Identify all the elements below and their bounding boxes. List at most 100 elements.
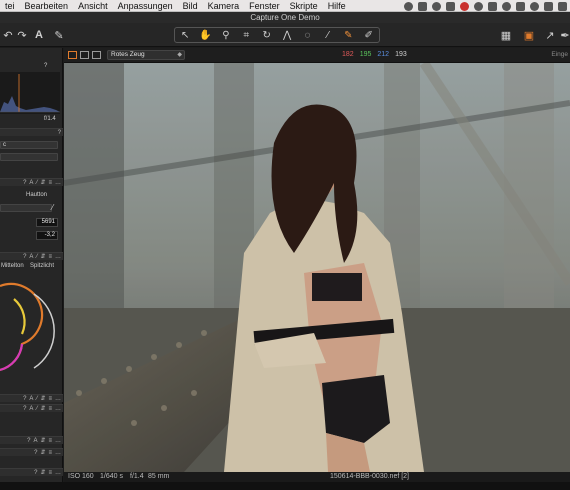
- draw-mask-icon[interactable]: ✎: [338, 30, 358, 41]
- picker-icon[interactable]: ⁄: [36, 406, 37, 412]
- battery-icon[interactable]: [558, 1, 567, 11]
- clock-icon[interactable]: [502, 1, 511, 11]
- pan-icon[interactable]: ✋: [196, 30, 216, 41]
- variants-icon[interactable]: ▣: [521, 27, 537, 43]
- help-icon[interactable]: ?: [34, 470, 37, 476]
- menu-file[interactable]: tei: [0, 0, 20, 12]
- menu-window[interactable]: Fenster: [244, 0, 285, 12]
- help-icon[interactable]: ?: [58, 130, 61, 136]
- help-icon[interactable]: ?: [23, 180, 26, 186]
- drive-icon[interactable]: [432, 1, 441, 11]
- text-tool-icon[interactable]: A: [33, 27, 45, 43]
- menu-help[interactable]: Hilfe: [323, 0, 351, 12]
- more-icon[interactable]: …: [55, 470, 61, 476]
- more-icon[interactable]: …: [55, 450, 61, 456]
- menu-image[interactable]: Bild: [178, 0, 203, 12]
- grid-toggle-icon[interactable]: [68, 51, 77, 59]
- color-wheel[interactable]: [0, 274, 63, 384]
- histogram-aperture: f/1.4: [44, 116, 56, 122]
- curve-select[interactable]: [0, 153, 58, 161]
- tab-midtone[interactable]: Mittelton: [1, 263, 24, 269]
- settings-icon[interactable]: ✒: [560, 27, 570, 43]
- copy-icon[interactable]: ⇵: [40, 395, 45, 402]
- badge-icon[interactable]: [488, 1, 497, 11]
- menu-scripts[interactable]: Skripte: [285, 0, 323, 12]
- menu-icon[interactable]: ≡: [48, 406, 52, 412]
- wifi-icon[interactable]: [530, 1, 539, 11]
- brush-icon[interactable]: ✎: [52, 27, 66, 43]
- more-icon[interactable]: …: [55, 406, 61, 412]
- copy-icon[interactable]: ⇵: [40, 437, 45, 444]
- menu-edit[interactable]: Bearbeiten: [20, 0, 74, 12]
- menu-view[interactable]: Ansicht: [73, 0, 113, 12]
- wb-mode-select[interactable]: [0, 204, 52, 212]
- auto-icon[interactable]: A: [33, 438, 37, 444]
- copy-icon[interactable]: ⇵: [40, 469, 45, 476]
- menu-icon[interactable]: ≡: [48, 180, 52, 186]
- more-icon[interactable]: …: [55, 438, 61, 444]
- help-icon[interactable]: ?: [27, 438, 30, 444]
- pointer-icon[interactable]: ↖: [175, 30, 195, 41]
- menu-icon[interactable]: ≡: [48, 438, 52, 444]
- annotate-icon[interactable]: ✐: [359, 30, 379, 41]
- compare-view-icon[interactable]: [92, 51, 101, 59]
- tab-highlight[interactable]: Spitzlicht: [30, 263, 54, 269]
- menu-icon[interactable]: ≡: [48, 254, 52, 260]
- style-select[interactable]: Rotes Zeug ◆: [107, 50, 185, 60]
- histogram-chart: [0, 74, 60, 113]
- airplay-icon[interactable]: [544, 1, 553, 11]
- dropbox-icon[interactable]: [418, 1, 427, 11]
- export-icon[interactable]: ↗: [543, 27, 557, 43]
- profile-select[interactable]: c: [0, 141, 58, 149]
- help-icon[interactable]: ?: [23, 406, 26, 412]
- photo-viewer[interactable]: [64, 63, 570, 472]
- rgb-luminance: 193: [395, 51, 407, 58]
- auto-icon[interactable]: A: [29, 254, 33, 260]
- spot-removal-icon[interactable]: ◌: [298, 30, 318, 41]
- more-icon[interactable]: …: [55, 254, 61, 260]
- keystone-icon[interactable]: ⋀: [277, 30, 297, 41]
- chrome-icon[interactable]: [460, 1, 469, 11]
- auto-icon[interactable]: A: [29, 180, 33, 186]
- help-icon[interactable]: ?: [23, 254, 26, 260]
- menu-adjustments[interactable]: Anpassungen: [113, 0, 178, 12]
- kelvin-field[interactable]: 5691: [36, 218, 58, 227]
- copy-icon[interactable]: ⇵: [40, 253, 45, 260]
- wb-picker-icon[interactable]: ⁄: [52, 203, 53, 212]
- single-view-icon[interactable]: [80, 51, 89, 59]
- status-shutter: 1/640 s: [100, 473, 123, 480]
- menu-icon[interactable]: ≡: [48, 470, 52, 476]
- gear-icon[interactable]: [446, 1, 455, 11]
- bluetooth-icon[interactable]: [516, 1, 525, 11]
- panel-header-color-balance: ? A ⁄ ⇵ ≡ …: [0, 252, 63, 260]
- menu-icon[interactable]: ≡: [48, 450, 52, 456]
- more-icon[interactable]: …: [55, 180, 61, 186]
- crop-icon[interactable]: ⌗: [236, 30, 256, 41]
- picker-icon[interactable]: ⁄: [318, 30, 338, 41]
- picker-icon[interactable]: ⁄: [36, 180, 37, 186]
- histogram-help[interactable]: ?: [44, 63, 47, 69]
- undo-icon[interactable]: ↶: [2, 27, 14, 43]
- menu-bar: tei Bearbeiten Ansicht Anpassungen Bild …: [0, 0, 570, 12]
- grid-view-icon[interactable]: ▦: [498, 27, 514, 43]
- rotate-icon[interactable]: ↻: [257, 30, 277, 41]
- help-icon[interactable]: ?: [23, 396, 26, 402]
- picker-icon[interactable]: ⁄: [36, 254, 37, 260]
- copy-icon[interactable]: ⇵: [40, 405, 45, 412]
- chevron-down-icon: ◆: [177, 52, 182, 58]
- sync-icon[interactable]: [474, 1, 483, 11]
- copy-icon[interactable]: ⇵: [40, 179, 45, 186]
- rgb-green: 195: [359, 51, 372, 58]
- bolt-icon[interactable]: [404, 1, 413, 11]
- picker-icon[interactable]: ⁄: [36, 396, 37, 402]
- auto-icon[interactable]: A: [29, 396, 33, 402]
- copy-icon[interactable]: ⇵: [40, 449, 45, 456]
- menu-camera[interactable]: Kamera: [203, 0, 245, 12]
- tint-field[interactable]: -3,2: [36, 231, 58, 240]
- help-icon[interactable]: ?: [34, 450, 37, 456]
- redo-icon[interactable]: ↷: [16, 27, 28, 43]
- auto-icon[interactable]: A: [29, 406, 33, 412]
- more-icon[interactable]: …: [55, 396, 61, 402]
- zoom-icon[interactable]: ⚲: [216, 30, 236, 41]
- menu-icon[interactable]: ≡: [48, 396, 52, 402]
